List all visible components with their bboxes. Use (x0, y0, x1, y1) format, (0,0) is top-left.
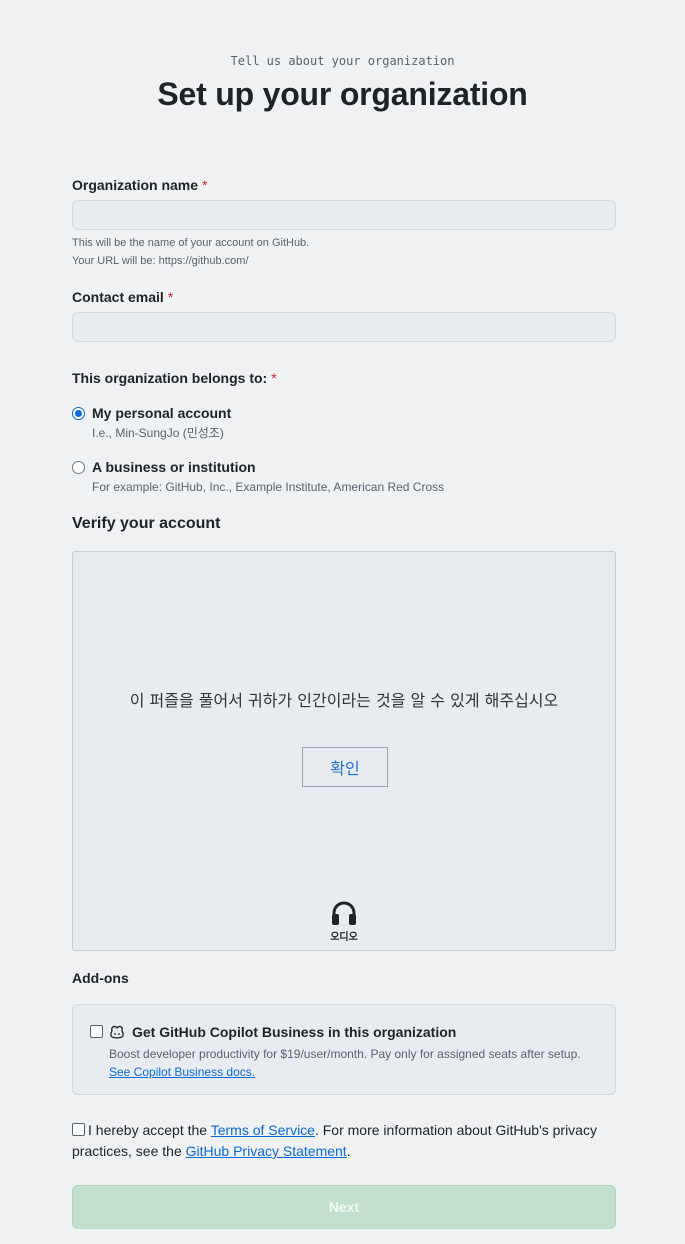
org-name-hint: This will be the name of your account on… (72, 234, 309, 270)
org-name-label-text: Organization name (72, 177, 199, 193)
copilot-addon-title: Get GitHub Copilot Business in this orga… (109, 1024, 456, 1040)
required-mark: * (167, 289, 174, 305)
verify-heading: Verify your account (72, 515, 221, 532)
contact-email-label-text: Contact email (72, 289, 164, 305)
business-label: A business or institution (92, 459, 256, 475)
org-name-hint-line: This will be the name of your account on… (72, 237, 310, 249)
copilot-docs-link[interactable]: See Copilot Business docs. (109, 1065, 255, 1079)
terms-checkbox[interactable] (72, 1123, 85, 1136)
org-url-hint: Your URL will be: https://github.com/ (72, 255, 249, 267)
headphones-icon (332, 901, 356, 925)
audio-challenge-button[interactable]: 오디오 (73, 900, 615, 943)
copilot-addon-desc: Boost developer productivity for $19/use… (109, 1045, 581, 1081)
copilot-addon-card: Get GitHub Copilot Business in this orga… (72, 1004, 616, 1095)
business-radio[interactable] (72, 461, 85, 474)
captcha-frame: 이 퍼즐을 풀어서 귀하가 인간이라는 것을 알 수 있게 해주십시오 확인 오… (72, 551, 616, 951)
privacy-statement-link[interactable]: GitHub Privacy Statement (186, 1143, 347, 1159)
terms-prefix: I hereby accept the (88, 1122, 211, 1138)
belongs-to-label: This organization belongs to: * (72, 370, 277, 386)
audio-label: 오디오 (330, 932, 358, 943)
business-desc: For example: GitHub, Inc., Example Insti… (92, 480, 445, 494)
contact-email-input[interactable] (72, 312, 616, 342)
required-mark: * (202, 177, 208, 193)
belongs-to-label-text: This organization belongs to: (72, 370, 268, 386)
personal-account-radio[interactable] (72, 407, 85, 420)
option-personal-account[interactable]: My personal account I.e., Min-SungJo (민성… (72, 405, 231, 441)
page-title: Set up your organization (157, 76, 528, 112)
copilot-icon (110, 1025, 124, 1039)
copilot-desc-text: Boost developer productivity for $19/use… (109, 1047, 581, 1061)
terms-of-service-link[interactable]: Terms of Service (211, 1122, 315, 1138)
addons-heading: Add-ons (72, 970, 129, 986)
terms-suffix: . (346, 1143, 351, 1159)
personal-account-desc: I.e., Min-SungJo (민성조) (92, 426, 224, 440)
option-business[interactable]: A business or institution For example: G… (72, 459, 444, 495)
copilot-checkbox[interactable] (90, 1025, 103, 1038)
next-button[interactable]: Next (72, 1185, 616, 1229)
terms-acceptance: I hereby accept the Terms of Service. Fo… (72, 1120, 616, 1162)
org-name-input[interactable] (72, 200, 616, 230)
captcha-verify-button[interactable]: 확인 (302, 747, 388, 787)
org-name-label: Organization name * (72, 177, 207, 193)
copilot-title-text: Get GitHub Copilot Business in this orga… (132, 1024, 457, 1040)
required-mark: * (271, 370, 277, 386)
personal-account-label: My personal account (92, 405, 232, 421)
page-subtitle: Tell us about your organization (230, 54, 455, 68)
captcha-prompt: 이 퍼즐을 풀어서 귀하가 인간이라는 것을 알 수 있게 해주십시오 (129, 691, 559, 710)
contact-email-label: Contact email * (72, 289, 173, 305)
